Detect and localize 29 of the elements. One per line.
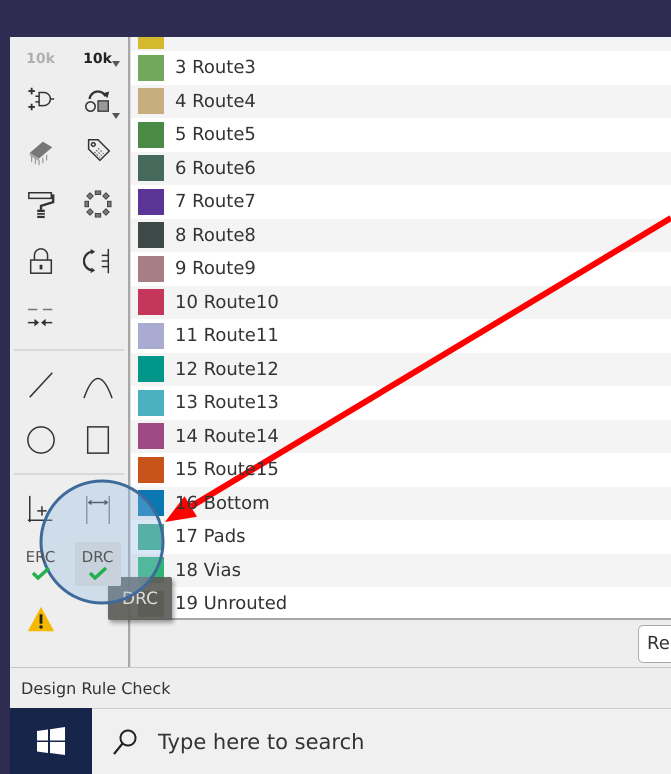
layer-name[interactable]: 12 Route12 [175, 358, 279, 380]
paint-roller-icon [26, 189, 56, 219]
layer-name[interactable]: 19 Unrouted [175, 593, 288, 614]
start-button[interactable] [10, 708, 92, 774]
layer-name[interactable]: 8 Route8 [175, 224, 256, 246]
layer-name[interactable]: 17 Pads [175, 526, 246, 548]
layer-name[interactable]: 10 Route10 [175, 292, 279, 313]
layer-name[interactable]: 18 Vias [175, 560, 241, 581]
layer-name[interactable]: 6 Route6 [175, 158, 256, 179]
layer-name[interactable]: 11 Route11 [175, 325, 279, 346]
taskbar-search-field[interactable]: Type here to search [92, 708, 671, 774]
pad-ring-icon [82, 189, 112, 219]
layer-name[interactable]: 14 Route14 [175, 426, 279, 447]
layer-name[interactable]: 4 Route4 [175, 90, 256, 112]
check-icon [30, 566, 52, 580]
search-icon [112, 728, 138, 756]
status-text: Design Rule Check [21, 678, 170, 698]
resistor-value-button[interactable]: 10k [69, 51, 126, 73]
origin-icon [26, 494, 56, 524]
check-icon [86, 566, 108, 580]
layer-name[interactable]: 5 Route5 [175, 124, 256, 146]
check-button[interactable]: DRC [74, 542, 120, 586]
layer-name[interactable]: 3 Route3 [175, 57, 256, 78]
layer-name[interactable]: 13 Route13 [175, 392, 279, 414]
layer-name[interactable]: 7 Route7 [175, 191, 256, 212]
windows-logo-icon [37, 727, 65, 755]
layer-name[interactable]: 9 Route9 [175, 258, 256, 280]
circle-icon [26, 424, 56, 454]
dialog-button[interactable]: Re [638, 624, 671, 662]
